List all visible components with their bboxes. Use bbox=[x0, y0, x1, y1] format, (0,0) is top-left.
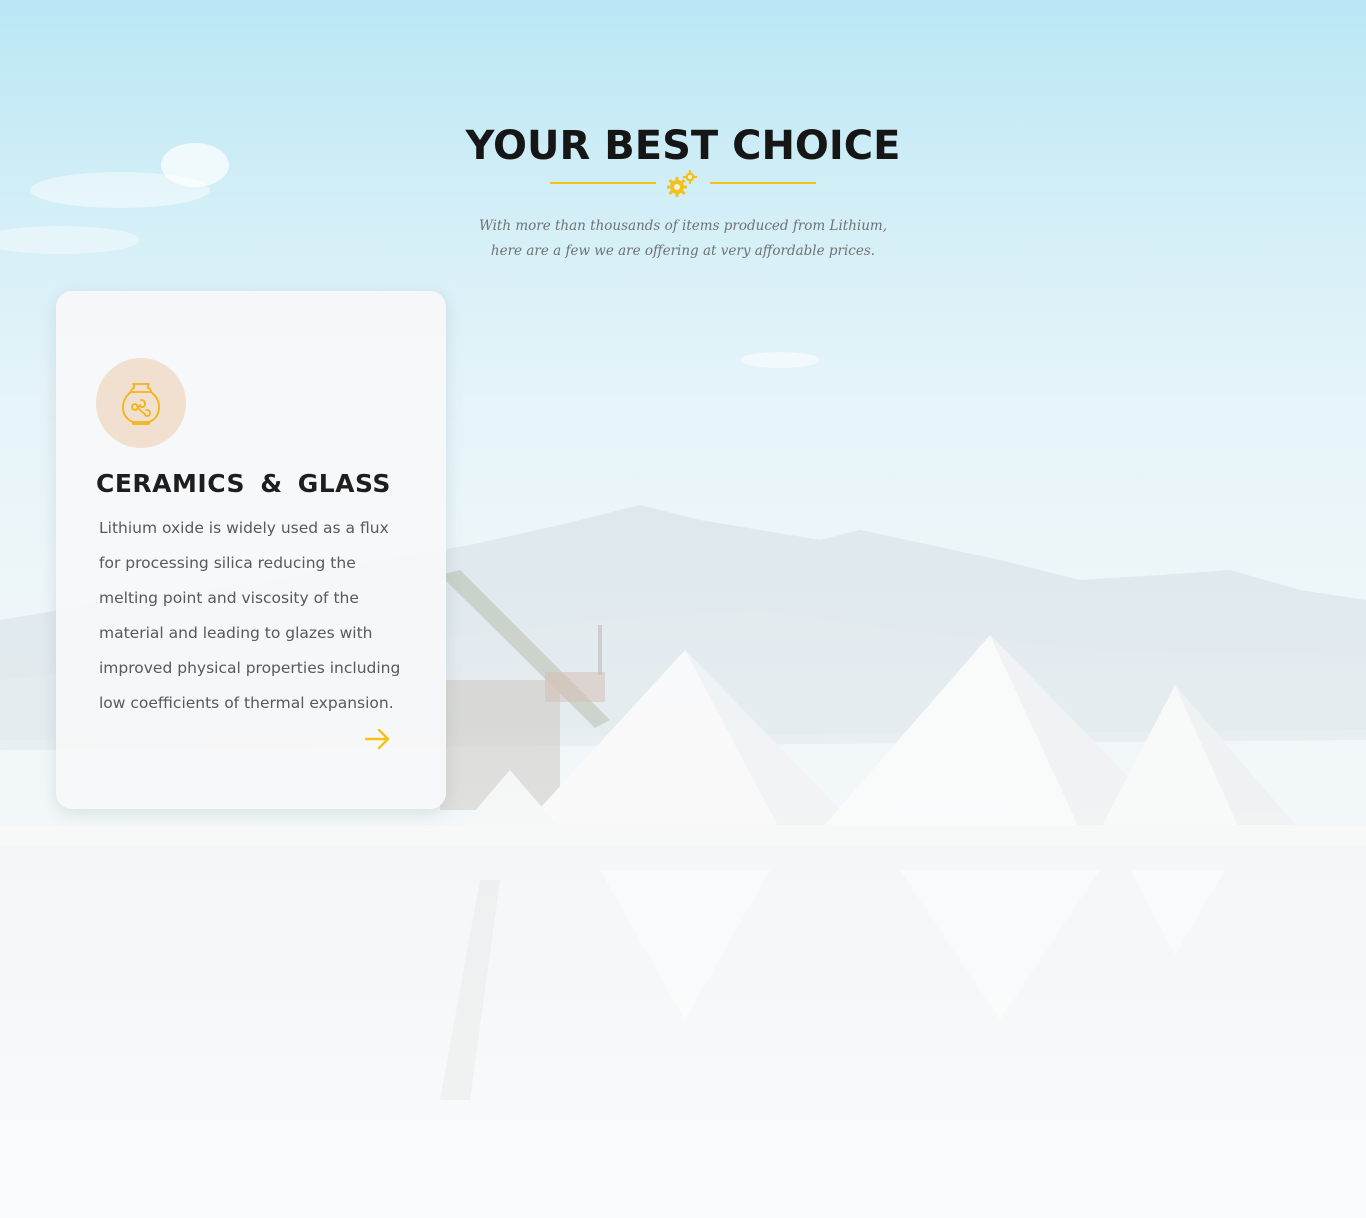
divider-line-right bbox=[710, 182, 816, 184]
arrow-right-icon[interactable] bbox=[364, 727, 392, 751]
card-title: CERAMICS & GLASS bbox=[96, 469, 391, 498]
ceramics-glass-card[interactable]: CERAMICS & GLASS Lithium oxide is widely… bbox=[56, 291, 446, 809]
section-title: YOUR BEST CHOICE bbox=[465, 123, 901, 169]
card-icon-circle bbox=[96, 358, 186, 448]
section-header: YOUR BEST CHOICE With more than thousand… bbox=[0, 122, 1366, 264]
vase-icon bbox=[122, 383, 160, 425]
title-divider bbox=[550, 168, 816, 200]
divider-line-left bbox=[550, 182, 656, 184]
card-description: Lithium oxide is widely used as a flux f… bbox=[99, 519, 401, 712]
gears-icon bbox=[667, 170, 697, 197]
section-subtitle: With more than thousands of items produc… bbox=[478, 218, 888, 259]
